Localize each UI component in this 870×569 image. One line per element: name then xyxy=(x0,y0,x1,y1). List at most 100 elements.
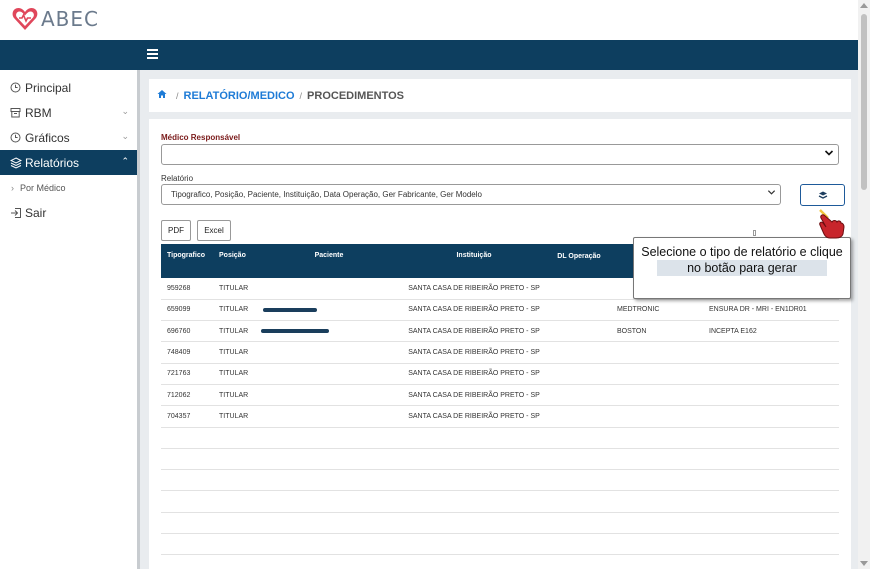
table-row[interactable] xyxy=(161,427,839,449)
table-cell: INCEPTA E162 xyxy=(709,327,757,335)
table-cell xyxy=(161,448,213,469)
table-cell xyxy=(399,491,549,512)
table-cell xyxy=(699,342,839,363)
table-cell xyxy=(549,299,609,320)
chevron-up-icon: ⌃ xyxy=(121,156,129,166)
archive-icon xyxy=(9,106,22,119)
sidebar-item-label: Relatórios xyxy=(25,155,80,170)
column-header[interactable]: Instituição xyxy=(399,244,549,278)
sidebar-item-label: RBM xyxy=(25,105,52,120)
table-cell xyxy=(549,512,609,533)
table-cell xyxy=(259,491,399,512)
sidebar-item-principal[interactable]: Principal xyxy=(0,75,137,100)
clock-icon xyxy=(9,131,22,144)
table-cell xyxy=(259,427,399,448)
relatorio-select[interactable]: Tipografico, Posição, Paciente, Institui… xyxy=(161,184,781,205)
table-cell xyxy=(699,470,839,491)
sidebar-item-graficos[interactable]: Gráficos ⌄ xyxy=(0,125,137,150)
table-cell: 659099 xyxy=(167,306,191,314)
table-row[interactable] xyxy=(161,534,839,555)
table-row[interactable] xyxy=(161,491,839,513)
excel-button[interactable]: Excel xyxy=(197,220,231,241)
chevron-down-icon xyxy=(767,188,776,200)
home-icon[interactable] xyxy=(157,89,167,102)
sidebar-item-label: Principal xyxy=(25,80,72,95)
table-cell xyxy=(609,491,699,512)
table-cell xyxy=(549,342,609,363)
chevron-right-icon: › xyxy=(11,182,14,193)
medico-select[interactable] xyxy=(161,144,839,165)
table-cell: TITULAR xyxy=(219,391,249,399)
table-row[interactable]: 704357 TITULAR SANTA CASA DE RIBEIRÃO PRET… xyxy=(161,406,839,428)
clock-icon xyxy=(9,81,22,94)
vertical-scrollbar[interactable] xyxy=(858,0,870,569)
help-tooltip: Selecione o tipo de relatório e clique n… xyxy=(633,237,851,299)
heart-logo-icon xyxy=(12,8,38,30)
column-header[interactable]: DL Operação xyxy=(549,244,609,278)
table-cell: SANTA CASA DE RIBEIRÃO PRETO - SP xyxy=(408,284,540,292)
table-cell xyxy=(699,448,839,469)
table-cell xyxy=(259,448,399,469)
table-cell xyxy=(699,406,839,427)
sidebar-item-rbm[interactable]: RBM ⌄ xyxy=(0,100,137,125)
table-cell xyxy=(609,342,699,363)
scroll-up-icon[interactable] xyxy=(860,3,868,8)
table-row[interactable] xyxy=(161,470,839,491)
table-cell xyxy=(549,470,609,491)
table-cell xyxy=(699,427,839,448)
table-cell: 748409 xyxy=(167,349,191,357)
breadcrumb-link[interactable]: RELATÓRIO/MEDICO xyxy=(184,90,295,102)
table-cell: SANTA CASA DE RIBEIRÃO PRETO - SP xyxy=(408,412,540,420)
table-cell xyxy=(161,534,213,555)
table-cell: BOSTON xyxy=(617,327,647,335)
table-cell: TITULAR xyxy=(219,370,249,378)
column-header[interactable]: Tipografico xyxy=(161,244,213,278)
table-cell xyxy=(399,427,549,448)
table-cell xyxy=(549,278,609,299)
sidebar-subitem-por-medico[interactable]: › Por Médico xyxy=(0,175,137,200)
table-cell: TITULAR xyxy=(219,327,249,335)
tooltip-line: no botão para gerar xyxy=(657,260,827,276)
sidebar-item-sair[interactable]: Sair xyxy=(0,200,137,225)
table-cell xyxy=(259,534,399,555)
chevron-down-icon: ⌄ xyxy=(121,106,129,116)
generate-report-button[interactable] xyxy=(800,184,845,206)
layers-icon xyxy=(818,191,827,199)
cursor-marker xyxy=(753,230,756,236)
table-cell xyxy=(549,384,609,405)
medico-label: Médico Responsável xyxy=(161,133,241,142)
breadcrumb-separator: / xyxy=(176,90,179,101)
table-row[interactable]: 712062 TITULAR SANTA CASA DE RIBEIRÃO PRET… xyxy=(161,384,839,406)
table-cell xyxy=(609,534,699,555)
pointing-hand-icon xyxy=(819,209,845,239)
table-row[interactable] xyxy=(161,448,839,470)
pdf-button[interactable]: PDF xyxy=(161,220,191,241)
table-cell xyxy=(609,363,699,384)
breadcrumb-current: PROCEDIMENTOS xyxy=(307,89,405,102)
sidebar-item-relatorios[interactable]: Relatórios ⌃ xyxy=(0,150,137,175)
table-row[interactable] xyxy=(161,512,839,534)
table-cell xyxy=(213,534,259,555)
table-cell xyxy=(213,491,259,512)
column-header-text: DL Operação xyxy=(557,253,601,260)
table-cell xyxy=(549,448,609,469)
scroll-down-icon[interactable] xyxy=(860,561,868,566)
table-row[interactable]: 721763 TITULAR SANTA CASA DE RIBEIRÃO PRET… xyxy=(161,363,839,385)
scrollbar-thumb[interactable] xyxy=(861,14,867,190)
table-cell: SANTA CASA DE RIBEIRÃO PRETO - SP xyxy=(408,349,540,357)
logo-text: ABEC xyxy=(41,7,100,31)
table-cell xyxy=(609,427,699,448)
menu-toggle-icon[interactable] xyxy=(147,49,158,59)
sidebar-item-label: Sair xyxy=(25,205,47,220)
table-cell: 696760 xyxy=(167,327,191,335)
table-row[interactable]: 748409 TITULAR SANTA CASA DE RIBEIRÃO PRET… xyxy=(161,342,839,364)
column-header[interactable]: Posição xyxy=(213,244,259,278)
table-cell xyxy=(399,534,549,555)
chevron-down-icon xyxy=(824,148,834,161)
table-cell xyxy=(213,470,259,491)
logo[interactable]: ABEC xyxy=(11,5,99,33)
column-header[interactable]: Paciente xyxy=(259,244,399,278)
table-cell xyxy=(161,491,213,512)
table-cell xyxy=(259,406,399,427)
table-cell xyxy=(549,363,609,384)
